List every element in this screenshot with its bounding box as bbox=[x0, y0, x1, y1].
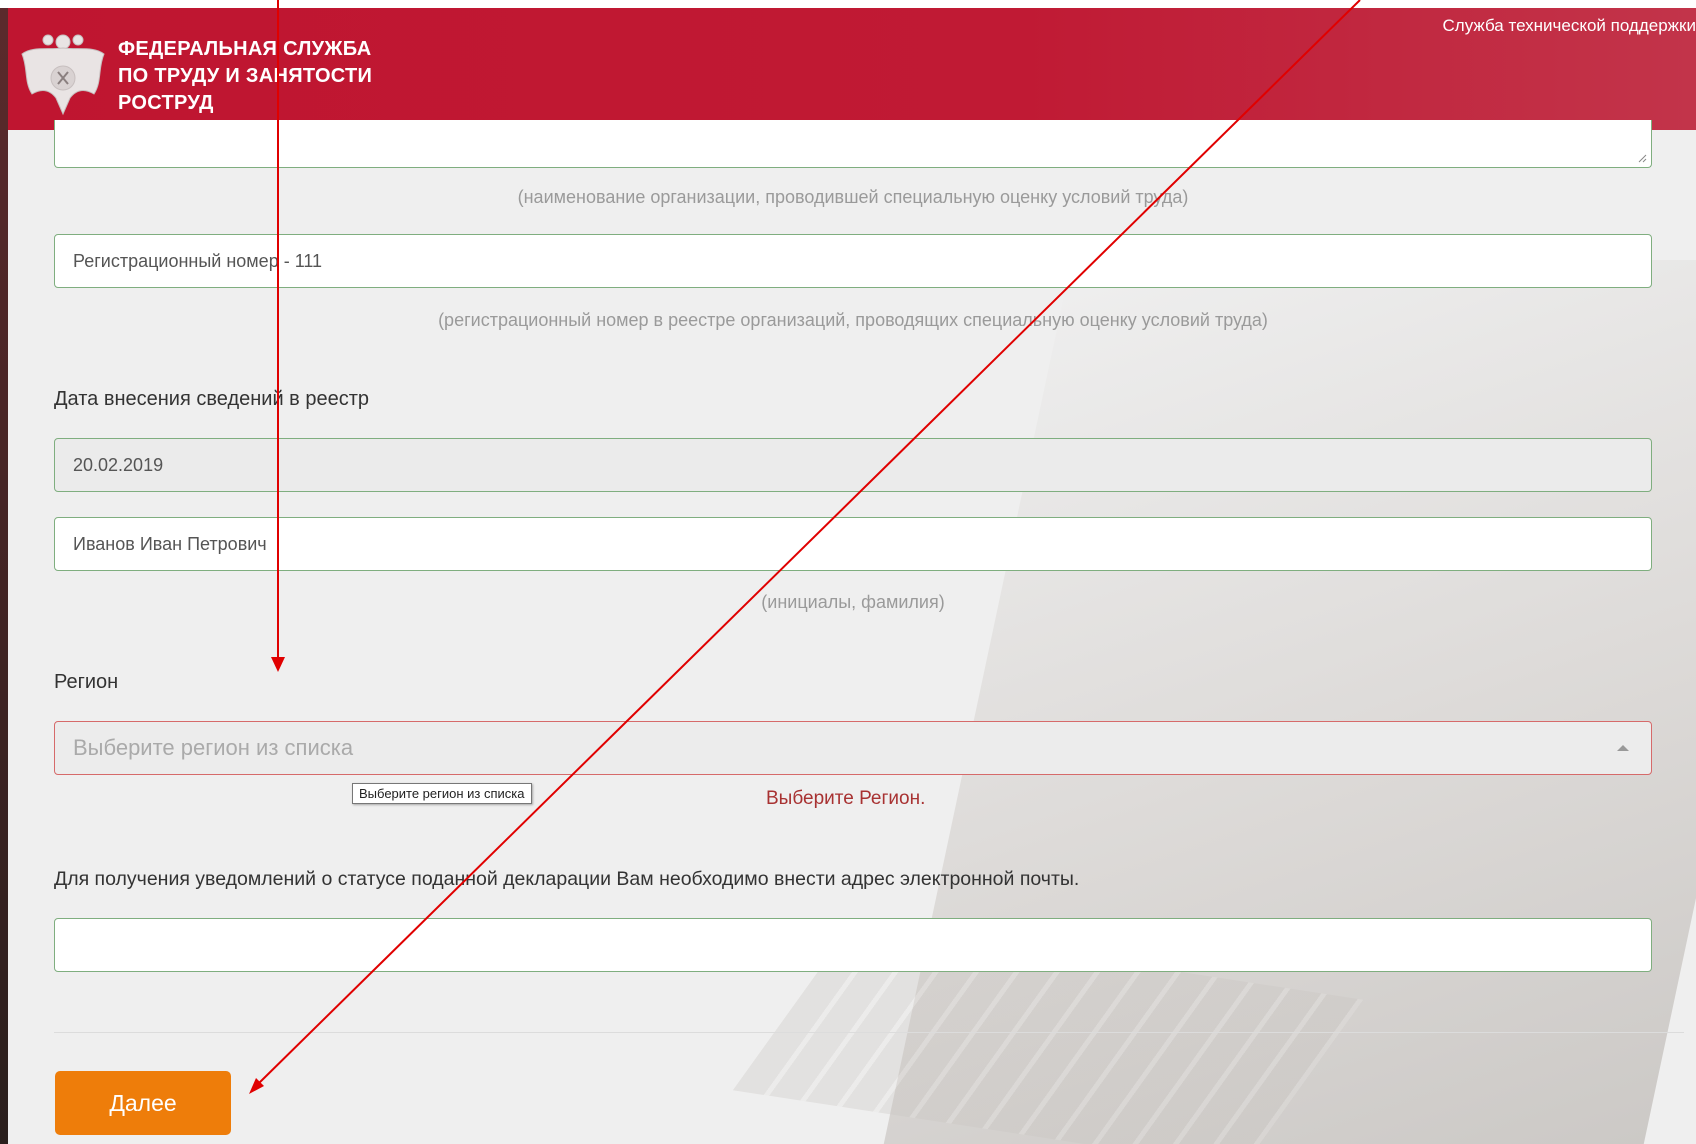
region-select-placeholder: Выберите регион из списка bbox=[73, 735, 354, 760]
region-tooltip: Выберите регион из списка bbox=[352, 783, 532, 804]
registry-date-label: Дата внесения сведений в реестр bbox=[54, 388, 370, 410]
email-field[interactable] bbox=[54, 918, 1652, 972]
region-label: Регион bbox=[54, 671, 119, 693]
full-name-hint: (инициалы, фамилия) bbox=[761, 592, 945, 612]
email-label: Для получения уведомлений о статусе пода… bbox=[54, 868, 1080, 890]
next-button[interactable]: Далее bbox=[55, 1071, 231, 1135]
brand-line-3: РОСТРУД bbox=[118, 92, 214, 114]
region-error-message: Выберите Регион. bbox=[766, 788, 926, 809]
caret-up-icon[interactable] bbox=[1617, 745, 1629, 751]
header-top-band bbox=[0, 0, 1696, 8]
resize-handle-icon[interactable] bbox=[1637, 153, 1647, 163]
left-edge bbox=[0, 0, 8, 1144]
registration-number-hint: (регистрационный номер в реестре организ… bbox=[438, 310, 1268, 330]
brand-line-1: ФЕДЕРАЛЬНАЯ СЛУЖБА bbox=[118, 38, 372, 60]
brand-title: ФЕДЕРАЛЬНАЯ СЛУЖБА ПО ТРУДУ И ЗАНЯТОСТИ … bbox=[118, 36, 372, 117]
brand-line-2: ПО ТРУДУ И ЗАНЯТОСТИ bbox=[118, 65, 373, 87]
region-select[interactable]: Выберите регион из списка bbox=[54, 721, 1652, 775]
full-name-field[interactable]: Иванов Иван Петрович bbox=[54, 517, 1652, 571]
form-divider bbox=[54, 1032, 1684, 1033]
registration-number-field[interactable]: Регистрационный номер - 111 bbox=[54, 234, 1652, 288]
eagle-emblem-icon bbox=[21, 34, 105, 116]
registry-date-field: 20.02.2019 bbox=[54, 438, 1652, 492]
support-link[interactable]: Служба технической поддержки bbox=[1443, 16, 1696, 36]
organization-name-hint: (наименование организации, проводившей с… bbox=[517, 187, 1189, 207]
form-panel bbox=[8, 0, 1696, 1144]
site-header: ФЕДЕРАЛЬНАЯ СЛУЖБА ПО ТРУДУ И ЗАНЯТОСТИ … bbox=[0, 0, 1696, 130]
organization-name-textarea[interactable] bbox=[54, 120, 1652, 168]
